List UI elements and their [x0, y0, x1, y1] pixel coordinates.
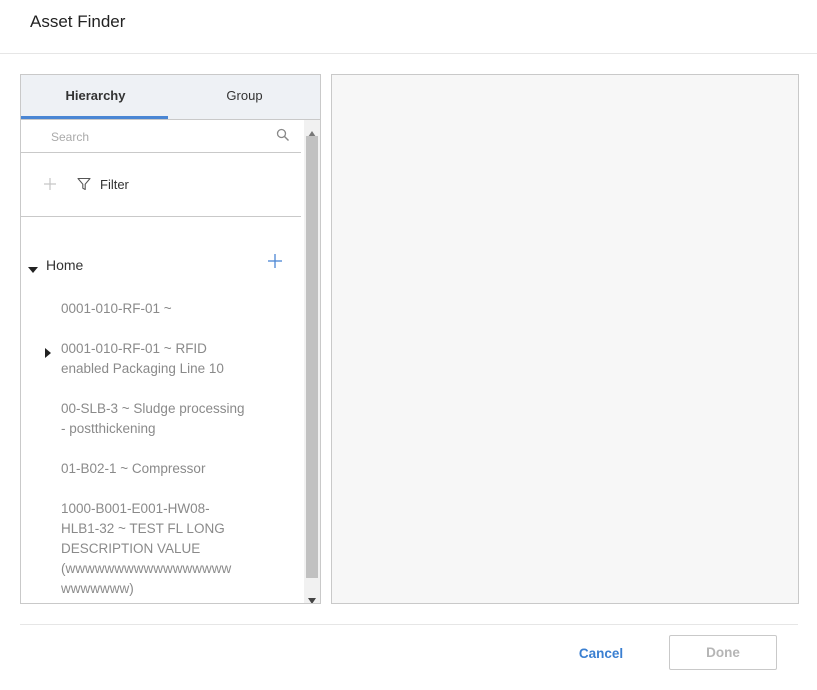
add-icon[interactable] [43, 177, 57, 191]
details-panel [331, 74, 799, 604]
tree-node[interactable]: 00-SLB-3 ~ Sludge processing - postthick… [61, 399, 261, 439]
tree-node[interactable]: 1000-B001-E001-HW08- HLB1-32 ~ TEST FL L… [61, 499, 261, 599]
add-icon[interactable] [268, 254, 282, 268]
tab-bar: Hierarchy Group [21, 75, 320, 119]
footer-divider [20, 624, 798, 625]
done-button[interactable]: Done [669, 635, 777, 670]
tab-group[interactable]: Group [170, 75, 319, 119]
tree-node-line: 01-B02-1 ~ Compressor [61, 461, 206, 476]
tree-node[interactable]: 0001-010-RF-01 ~ RFID enabled Packaging … [61, 339, 261, 379]
tree-node[interactable]: 01-B02-1 ~ Compressor [61, 459, 261, 479]
tree-node-line: 0001-010-RF-01 ~ [61, 301, 172, 316]
scroll-down-arrow-icon[interactable] [308, 591, 316, 603]
caret-right-icon[interactable] [45, 345, 51, 358]
tree-root-home[interactable]: Home [46, 257, 83, 273]
search-icon[interactable] [276, 128, 290, 142]
tree-node-line: 00-SLB-3 ~ Sludge processing [61, 401, 245, 416]
search-row [21, 120, 301, 153]
tree-node-line: DESCRIPTION VALUE [61, 541, 201, 556]
scroll-thumb[interactable] [306, 136, 318, 578]
search-input[interactable] [49, 126, 273, 148]
filter-button[interactable]: Filter [100, 177, 129, 192]
cancel-button[interactable]: Cancel [566, 636, 636, 670]
tree-node-line: (wwwwwwwwwwwwwwwww [61, 561, 232, 576]
tree-node[interactable]: 0001-010-RF-01 ~ [61, 299, 261, 319]
tree-node-line: enabled Packaging Line 10 [61, 361, 224, 376]
tree-node-line: 1000-B001-E001-HW08- [61, 501, 210, 516]
tree-scrollbar[interactable] [304, 120, 320, 603]
hierarchy-panel: Hierarchy Group Filter Home 0001-010-RF-… [20, 74, 321, 604]
filter-icon[interactable] [77, 177, 91, 191]
tab-hierarchy[interactable]: Hierarchy [21, 75, 170, 119]
dialog-header: Asset Finder [0, 0, 817, 54]
tree-node-line: 0001-010-RF-01 ~ RFID [61, 341, 207, 356]
caret-down-icon[interactable] [28, 261, 38, 273]
scroll-up-arrow-icon[interactable] [308, 124, 316, 137]
filter-row: Filter [21, 153, 301, 217]
tree-node-line: wwwwwww) [61, 581, 134, 596]
tree-node-line: HLB1-32 ~ TEST FL LONG [61, 521, 225, 536]
asset-tree: Home 0001-010-RF-01 ~ 0001-010-RF-01 ~ R… [21, 217, 301, 603]
tree-node-line: - postthickening [61, 421, 156, 436]
dialog-title: Asset Finder [30, 12, 126, 31]
